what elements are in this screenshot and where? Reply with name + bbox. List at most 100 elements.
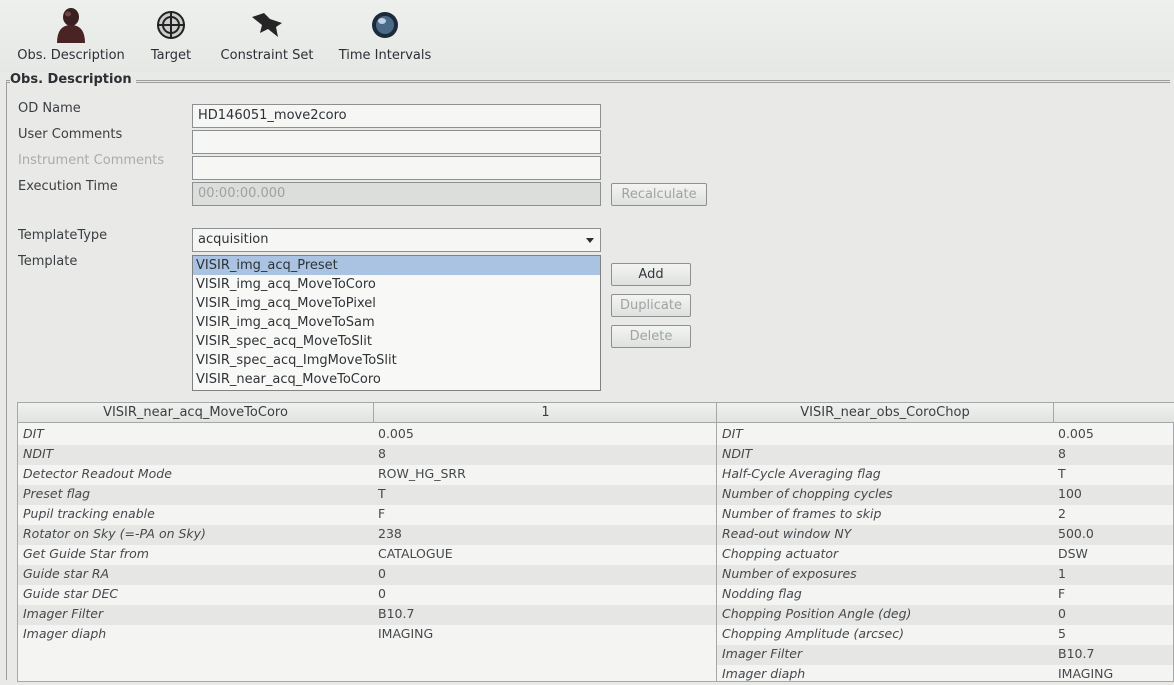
param-value[interactable]: ROW_HG_SRR [378, 466, 466, 481]
param-name: Pupil tracking enable [23, 506, 155, 521]
table-row[interactable]: Chopping actuator DSW [717, 545, 1173, 565]
table-row[interactable]: Guide star RA 0 [18, 565, 716, 585]
template-list-item[interactable]: VISIR_spec_acq_ImgMoveToSlit [193, 351, 600, 370]
left-table-header-name[interactable]: VISIR_near_acq_MoveToCoro [18, 403, 374, 423]
template-list[interactable]: VISIR_img_acq_Preset VISIR_img_acq_MoveT… [192, 255, 601, 391]
param-value[interactable]: 0.005 [378, 426, 414, 441]
template-list-item[interactable]: VISIR_img_acq_Preset [193, 256, 600, 275]
param-value[interactable]: 0 [378, 586, 386, 601]
table-row[interactable]: Pupil tracking enable F [18, 505, 716, 525]
template-list-item[interactable]: VISIR_near_acq_MoveToCoro [193, 370, 600, 389]
template-list-item[interactable]: VISIR_img_acq_MoveToPixel [193, 294, 600, 313]
param-value[interactable]: F [1058, 586, 1065, 601]
template-label: Template [18, 254, 78, 269]
od-name-field[interactable]: HD146051_move2coro [192, 104, 601, 128]
param-value[interactable]: 8 [378, 446, 386, 461]
param-value[interactable]: DSW [1058, 546, 1088, 561]
param-name: Guide star RA [23, 566, 110, 581]
param-value[interactable]: 500.0 [1058, 526, 1094, 541]
param-name: DIT [23, 426, 44, 441]
param-value[interactable]: 100 [1058, 486, 1082, 501]
param-name: Imager Filter [722, 646, 803, 661]
template-list-item[interactable]: VISIR_spec_acq_MoveToSlit [193, 332, 600, 351]
param-name: Imager diaph [23, 626, 107, 641]
right-table-header-name[interactable]: VISIR_near_obs_CoroChop [717, 403, 1054, 423]
execution-time-label: Execution Time [18, 179, 118, 194]
param-value[interactable]: 5 [1058, 626, 1066, 641]
table-row[interactable]: NDIT 8 [717, 445, 1173, 465]
param-name: Get Guide Star from [23, 546, 149, 561]
param-value[interactable]: F [378, 506, 385, 521]
param-value[interactable]: 0 [1058, 606, 1066, 621]
param-value[interactable]: 8 [1058, 446, 1066, 461]
table-row[interactable]: Imager Filter B10.7 [717, 645, 1173, 665]
table-row[interactable]: Half-Cycle Averaging flag T [717, 465, 1173, 485]
param-name: Number of frames to skip [722, 506, 882, 521]
table-row[interactable]: Imager Filter B10.7 [18, 605, 716, 625]
table-row[interactable]: Preset flag T [18, 485, 716, 505]
obs-description-tab[interactable]: Obs. Description [10, 6, 132, 63]
template-list-item[interactable]: VISIR_img_acq_MoveToCoro [193, 275, 600, 294]
left-parameter-table: VISIR_near_acq_MoveToCoro 1 DIT 0.005 NDI… [17, 402, 718, 682]
target-label: Target [150, 48, 192, 63]
constraint-set-tab[interactable]: Constraint Set [210, 6, 324, 63]
param-name: Nodding flag [722, 586, 802, 601]
table-row[interactable]: Imager diaph IMAGING [18, 625, 716, 645]
target-globe-icon [140, 6, 202, 44]
param-value[interactable]: 238 [378, 526, 402, 541]
param-name: Read-out window NY [722, 526, 852, 541]
table-row[interactable]: Detector Readout Mode ROW_HG_SRR [18, 465, 716, 485]
param-value[interactable]: T [1058, 466, 1066, 481]
param-name: Number of exposures [722, 566, 857, 581]
table-row[interactable]: Chopping Position Angle (deg) 0 [717, 605, 1173, 625]
template-type-select[interactable]: acquisition [192, 228, 601, 252]
table-row[interactable]: Rotator on Sky (=-PA on Sky) 238 [18, 525, 716, 545]
table-row[interactable]: Number of frames to skip 2 [717, 505, 1173, 525]
param-value[interactable]: 0.005 [1058, 426, 1094, 441]
right-table-header-value[interactable] [1054, 403, 1174, 423]
param-name: Chopping Position Angle (deg) [722, 606, 912, 621]
right-parameter-table: VISIR_near_obs_CoroChop DIT 0.005 NDIT 8 H… [716, 402, 1174, 682]
param-name: Imager Filter [23, 606, 104, 621]
param-name: Preset flag [23, 486, 91, 501]
param-value[interactable]: 1 [1058, 566, 1066, 581]
table-row[interactable]: Read-out window NY 500.0 [717, 525, 1173, 545]
param-name: DIT [722, 426, 743, 441]
param-value[interactable]: 0 [378, 566, 386, 581]
param-name: Detector Readout Mode [23, 466, 172, 481]
clock-icon [332, 6, 438, 44]
duplicate-button[interactable]: Duplicate [611, 294, 691, 317]
time-intervals-tab[interactable]: Time Intervals [332, 6, 438, 63]
person-silhouette-icon [10, 6, 132, 44]
param-value[interactable]: IMAGING [378, 626, 433, 641]
table-row[interactable]: DIT 0.005 [717, 425, 1173, 445]
param-value[interactable]: T [378, 486, 386, 501]
recalculate-button[interactable]: Recalculate [611, 183, 707, 206]
param-value[interactable]: IMAGING [1058, 666, 1113, 681]
table-row[interactable]: Chopping Amplitude (arcsec) 5 [717, 625, 1173, 645]
execution-time-field: 00:00:00.000 [192, 182, 601, 206]
param-name: Chopping Amplitude (arcsec) [722, 626, 905, 641]
table-row[interactable]: Imager diaph IMAGING [717, 665, 1173, 685]
left-table-header-value[interactable]: 1 [374, 403, 718, 423]
template-list-item[interactable]: VISIR_img_acq_MoveToSam [193, 313, 600, 332]
target-tab[interactable]: Target [140, 6, 202, 63]
table-row[interactable]: Nodding flag F [717, 585, 1173, 605]
table-row[interactable]: Number of exposures 1 [717, 565, 1173, 585]
add-button[interactable]: Add [611, 263, 691, 286]
user-comments-field[interactable] [192, 130, 601, 154]
param-value[interactable]: B10.7 [378, 606, 414, 621]
table-row[interactable]: Guide star DEC 0 [18, 585, 716, 605]
table-row[interactable]: NDIT 8 [18, 445, 716, 465]
table-row[interactable]: Get Guide Star from CATALOGUE [18, 545, 716, 565]
od-name-label: OD Name [18, 101, 81, 116]
time-intervals-label: Time Intervals [338, 48, 432, 63]
param-value[interactable]: 2 [1058, 506, 1066, 521]
instrument-comments-field[interactable] [192, 156, 601, 180]
delete-button[interactable]: Delete [611, 325, 691, 348]
param-value[interactable]: B10.7 [1058, 646, 1094, 661]
table-row[interactable]: DIT 0.005 [18, 425, 716, 445]
table-row[interactable]: Number of chopping cycles 100 [717, 485, 1173, 505]
template-type-value: acquisition [198, 232, 269, 247]
param-value[interactable]: CATALOGUE [378, 546, 453, 561]
